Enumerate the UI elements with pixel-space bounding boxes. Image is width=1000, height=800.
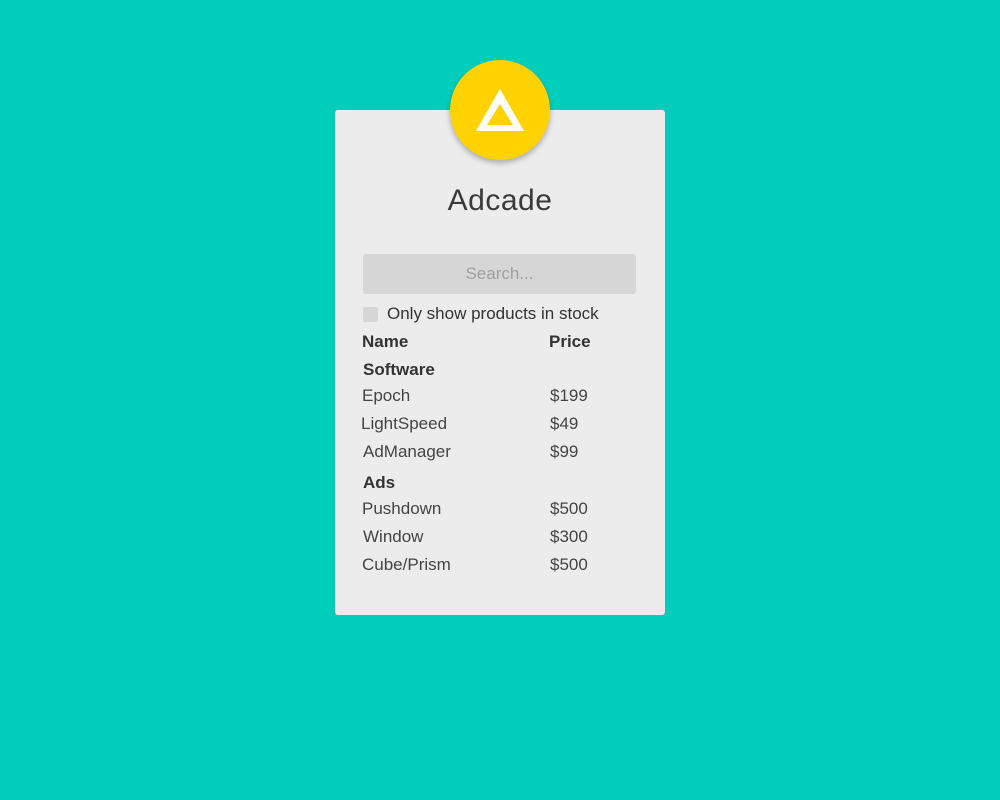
category-row-software: Software bbox=[363, 360, 435, 379]
product-price: $199 bbox=[550, 386, 588, 405]
product-name: AdManager bbox=[363, 442, 451, 461]
in-stock-checkbox[interactable] bbox=[363, 306, 378, 322]
app-title: Adcade bbox=[447, 184, 553, 217]
product-price: $99 bbox=[550, 442, 579, 461]
product-name: Epoch bbox=[362, 386, 411, 405]
column-header-name: Name bbox=[362, 332, 409, 351]
triangle-logo-icon bbox=[450, 60, 550, 160]
product-name: Cube/Prism bbox=[362, 555, 451, 574]
product-name: LightSpeed bbox=[361, 414, 448, 433]
product-price: $300 bbox=[550, 527, 588, 546]
category-row-ads: Ads bbox=[363, 473, 396, 492]
search-input[interactable] bbox=[363, 254, 636, 294]
product-price: $500 bbox=[550, 499, 588, 518]
column-header-price: Price bbox=[549, 332, 591, 351]
in-stock-label: Only show products in stock bbox=[387, 304, 599, 323]
product-price: $500 bbox=[550, 555, 588, 574]
stock-filter[interactable]: Only show products in stock bbox=[363, 302, 599, 326]
product-name: Window bbox=[363, 527, 424, 546]
product-price: $49 bbox=[550, 414, 579, 433]
product-name: Pushdown bbox=[362, 499, 442, 518]
